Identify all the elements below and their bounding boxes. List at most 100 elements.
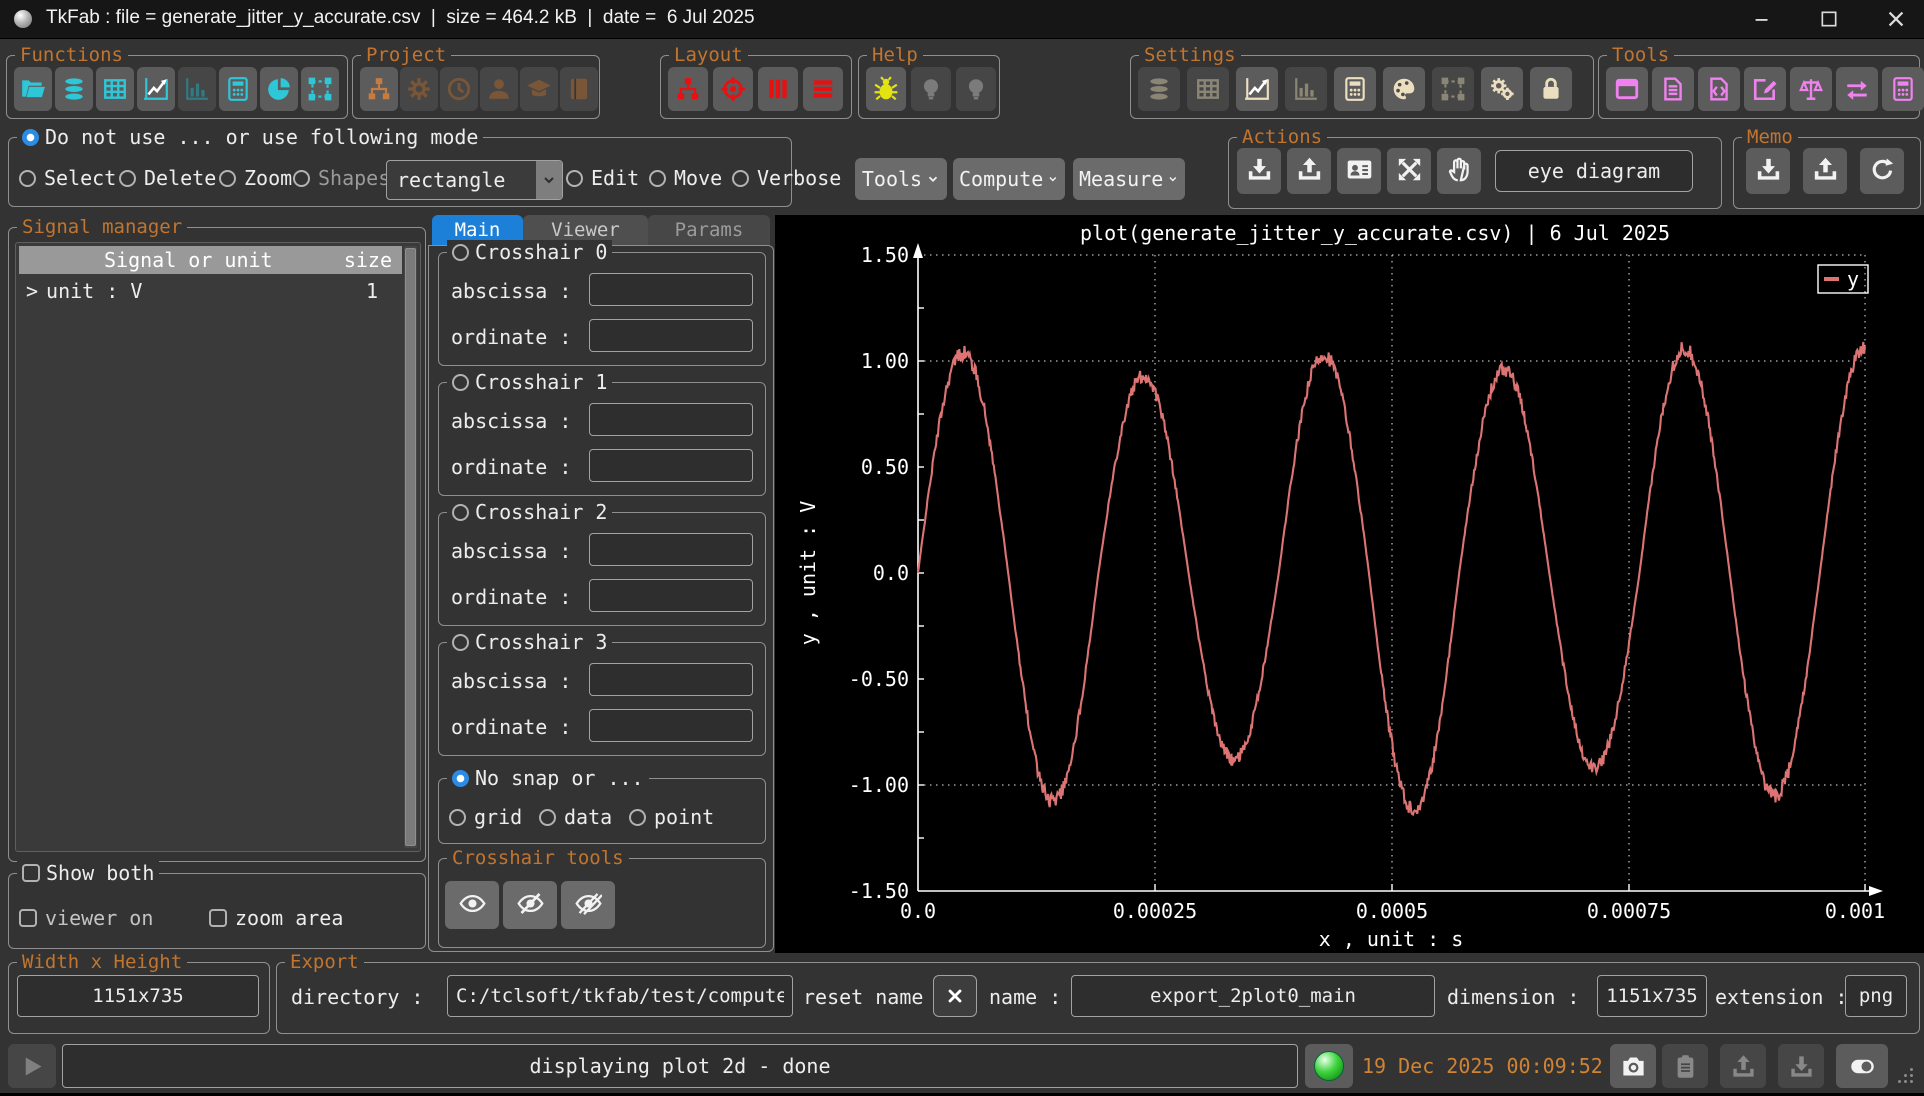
mode-radio-edit[interactable]: Edit	[566, 166, 639, 190]
crosshair-0-radio[interactable]	[452, 244, 469, 261]
crosshair-0-ordinate-input[interactable]	[589, 319, 753, 352]
resize-grip[interactable]	[1898, 1068, 1916, 1086]
mode-radio-delete[interactable]: Delete	[119, 166, 216, 190]
database-button[interactable]	[55, 67, 93, 111]
dimension-input[interactable]	[1597, 975, 1707, 1017]
crosshair-3-ordinate-input[interactable]	[589, 709, 753, 742]
table-button[interactable]	[1187, 67, 1229, 111]
compute-menu-button[interactable]: Compute	[953, 158, 1065, 200]
gears-button[interactable]	[1481, 67, 1523, 111]
table-button[interactable]	[96, 67, 134, 111]
snap-radio-point[interactable]: point	[629, 805, 714, 829]
crosshair-1-abscissa-input[interactable]	[589, 403, 753, 436]
crosshair-3-radio[interactable]	[452, 634, 469, 651]
folder-open-button[interactable]	[14, 67, 52, 111]
gear-button[interactable]	[400, 67, 438, 111]
reset-name-button[interactable]	[933, 975, 977, 1017]
refresh-button[interactable]	[1860, 148, 1904, 194]
export-tray-button[interactable]	[1287, 148, 1331, 194]
palette-button[interactable]	[1383, 67, 1425, 111]
import-tray-button[interactable]	[1237, 148, 1281, 194]
import-tray-button[interactable]	[1746, 148, 1790, 194]
document-button[interactable]	[1652, 67, 1694, 111]
select-area-button[interactable]	[1432, 67, 1474, 111]
measure-menu-button[interactable]: Measure	[1073, 158, 1185, 200]
org-tree-button[interactable]	[668, 67, 708, 111]
run-button[interactable]	[8, 1044, 56, 1088]
eye-button[interactable]	[445, 881, 499, 929]
plot-canvas[interactable]: 1.501.000.500.0-0.50-1.00-1.500.00.00025…	[775, 215, 1924, 953]
lock-button[interactable]	[1530, 67, 1572, 111]
snap-radio-grid[interactable]: grid	[449, 805, 522, 829]
tools-menu-button[interactable]: Tools	[855, 158, 947, 200]
snap-radio-data[interactable]: data	[539, 805, 612, 829]
eye-slash-stroked-button[interactable]	[561, 881, 615, 929]
swap-arrows-button[interactable]	[1836, 67, 1878, 111]
mode-radio-shapes[interactable]: Shapes	[293, 166, 390, 190]
maximize-button[interactable]	[1802, 5, 1856, 33]
show-both-checkbox[interactable]	[22, 864, 40, 882]
crosshair-2-ordinate-input[interactable]	[589, 579, 753, 612]
download-button[interactable]	[1778, 1044, 1824, 1088]
name-input[interactable]	[1071, 975, 1435, 1017]
crosshair-1-radio[interactable]	[452, 374, 469, 391]
crosshair-3-abscissa-input[interactable]	[589, 663, 753, 696]
mode-radio-verbose[interactable]: Verbose	[732, 166, 841, 190]
crosshair-2-radio[interactable]	[452, 504, 469, 521]
code-file-button[interactable]	[1698, 67, 1740, 111]
signal-row[interactable]: > unit : V	[26, 279, 142, 303]
eye-slash-button[interactable]	[503, 881, 557, 929]
line-chart-button[interactable]	[137, 67, 175, 111]
bulb-button[interactable]	[911, 67, 951, 111]
screenshot-button[interactable]	[1610, 1044, 1656, 1088]
eye-diagram-button[interactable]: eye diagram	[1495, 150, 1693, 192]
extension-input[interactable]	[1845, 975, 1907, 1017]
status-led-button[interactable]	[1305, 1044, 1353, 1088]
edit-square-button[interactable]	[1744, 67, 1786, 111]
mode-radio-select[interactable]: Select	[19, 166, 116, 190]
clock-button[interactable]	[440, 67, 478, 111]
bug-button[interactable]	[866, 67, 906, 111]
mode-radio-move[interactable]: Move	[649, 166, 722, 190]
signal-list-scrollbar[interactable]	[404, 246, 417, 848]
calculator-button[interactable]	[1882, 67, 1924, 111]
hand-pointer-button[interactable]	[1437, 148, 1481, 194]
viewer-on-check[interactable]: viewer on	[19, 906, 153, 930]
do-not-use-radio[interactable]	[22, 129, 39, 146]
bar-chart-button[interactable]	[178, 67, 216, 111]
upload-button[interactable]	[1720, 1044, 1766, 1088]
rows-button[interactable]	[803, 67, 843, 111]
zoom-area-check[interactable]: zoom area	[209, 906, 343, 930]
pie-chart-button[interactable]	[260, 67, 298, 111]
expand-arrows-button[interactable]	[1387, 148, 1431, 194]
export-tray-button[interactable]	[1803, 148, 1847, 194]
line-chart-button[interactable]	[1236, 67, 1278, 111]
columns-button[interactable]	[758, 67, 798, 111]
window-button[interactable]	[1606, 67, 1648, 111]
graduation-cap-button[interactable]	[520, 67, 558, 111]
crosshair-1-ordinate-input[interactable]	[589, 449, 753, 482]
signal-list[interactable]: Signal or unit size > unit : V 1	[15, 242, 421, 852]
database-button[interactable]	[1138, 67, 1180, 111]
calculator-button[interactable]	[1334, 67, 1376, 111]
org-tree-button[interactable]	[360, 67, 398, 111]
bulb-button[interactable]	[956, 67, 996, 111]
chevron-down-icon[interactable]	[536, 161, 562, 199]
tree-expander-icon[interactable]: >	[26, 279, 38, 303]
minimize-button[interactable]	[1735, 5, 1789, 33]
bar-chart-button[interactable]	[1285, 67, 1327, 111]
scales-button[interactable]	[1790, 67, 1832, 111]
notebook-button[interactable]	[560, 67, 598, 111]
tab-params[interactable]: Params	[648, 215, 770, 245]
calculator-button[interactable]	[219, 67, 257, 111]
select-area-button[interactable]	[301, 67, 339, 111]
crosshair-2-abscissa-input[interactable]	[589, 533, 753, 566]
theme-toggle-button[interactable]	[1836, 1044, 1888, 1088]
user-button[interactable]	[480, 67, 518, 111]
mode-radio-zoom[interactable]: Zoom	[219, 166, 292, 190]
shape-combobox[interactable]: rectangle	[386, 160, 563, 200]
crosshair-0-abscissa-input[interactable]	[589, 273, 753, 306]
close-button[interactable]	[1869, 5, 1923, 33]
id-card-button[interactable]	[1337, 148, 1381, 194]
no-snap-radio[interactable]	[452, 770, 469, 787]
